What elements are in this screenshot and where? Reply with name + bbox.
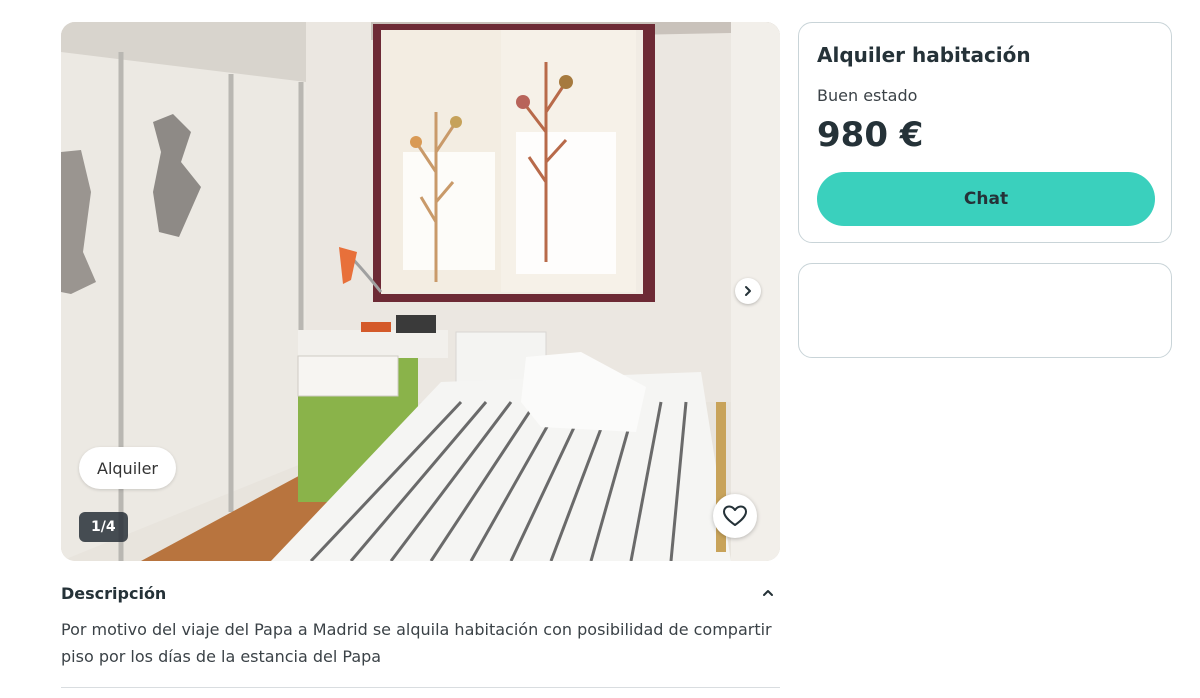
photo-counter: 1/4 bbox=[79, 512, 128, 542]
chevron-up-icon bbox=[763, 590, 773, 596]
listing-title: Alquiler habitación bbox=[817, 43, 1031, 67]
description-text: Por motivo del viaje del Papa a Madrid s… bbox=[61, 620, 772, 666]
photo-gallery[interactable]: Alquiler 1/4 bbox=[61, 22, 780, 561]
listing-type-badge: Alquiler bbox=[79, 447, 176, 489]
chevron-right-icon bbox=[745, 286, 751, 296]
price: 980 € bbox=[817, 115, 924, 155]
seller-card bbox=[798, 263, 1172, 358]
photo-counter-label: 1/4 bbox=[91, 519, 116, 535]
description-toggle[interactable] bbox=[756, 581, 780, 605]
description-header[interactable]: Descripción bbox=[61, 580, 780, 606]
divider bbox=[61, 687, 780, 688]
listing-type-label: Alquiler bbox=[97, 458, 158, 478]
condition-label: Buen estado bbox=[817, 86, 918, 105]
description-heading: Descripción bbox=[61, 583, 167, 603]
favorite-button[interactable] bbox=[713, 494, 757, 538]
chat-button[interactable]: Chat bbox=[817, 172, 1155, 226]
listing-summary-card: Alquiler habitación Buen estado 980 € Ch… bbox=[798, 22, 1172, 243]
heart-icon bbox=[723, 505, 747, 526]
next-photo-button[interactable] bbox=[735, 278, 761, 304]
